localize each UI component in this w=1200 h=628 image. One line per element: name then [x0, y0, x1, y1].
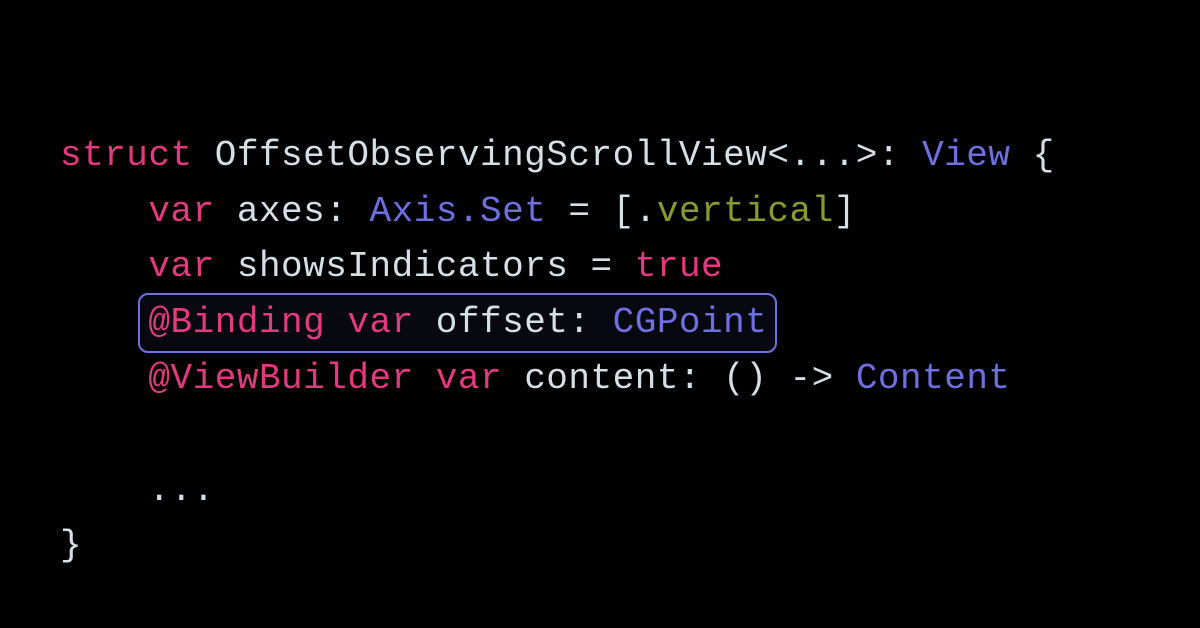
identifier-axes: axes [237, 191, 325, 232]
type-content: Content [856, 358, 1011, 399]
keyword-var: var [347, 302, 413, 343]
generic-ellipsis: ... [789, 135, 855, 176]
protocol-view: View [922, 135, 1010, 176]
code-line-1: struct OffsetObservingScrollView<...>: V… [60, 135, 1055, 176]
punct-bracket-close: ] [834, 191, 856, 232]
punct-colon: : [568, 302, 590, 343]
code-line-5: @ViewBuilder var content: () -> Content [60, 358, 1011, 399]
punct-arrow: -> [789, 358, 833, 399]
type-cgpoint: CGPoint [613, 302, 768, 343]
highlight-box: @Binding var offset: CGPoint [138, 293, 777, 353]
identifier-showsindicators: showsIndicators [237, 246, 569, 287]
enum-vertical: vertical [657, 191, 834, 232]
punct-colon: : [679, 358, 701, 399]
punct-equals: = [591, 246, 613, 287]
punct-paren-open: ( [723, 358, 745, 399]
keyword-var: var [148, 191, 214, 232]
code-line-4-highlighted: @Binding var offset: CGPoint [60, 302, 767, 343]
code-block: struct OffsetObservingScrollView<...>: V… [0, 0, 1200, 628]
punct-colon: : [325, 191, 347, 232]
identifier-content: content [524, 358, 679, 399]
body-ellipsis: ... [148, 470, 214, 511]
keyword-struct: struct [60, 135, 193, 176]
keyword-var: var [436, 358, 502, 399]
punct-angle-close: > [856, 135, 878, 176]
punct-brace-close: } [60, 525, 82, 566]
punct-brace-open: { [1033, 135, 1055, 176]
punct-angle-open: < [767, 135, 789, 176]
punct-equals: = [568, 191, 590, 232]
punct-bracket-open: [ [613, 191, 635, 232]
identifier-offset: offset [436, 302, 569, 343]
code-line-7: } [60, 525, 82, 566]
punct-dot: . [635, 191, 657, 232]
attribute-viewbuilder: @ViewBuilder [148, 358, 413, 399]
attribute-binding: @Binding [148, 302, 325, 343]
punct-paren-close: ) [745, 358, 767, 399]
keyword-var: var [148, 246, 214, 287]
code-line-2: var axes: Axis.Set = [.vertical] [60, 191, 856, 232]
type-name: OffsetObservingScrollView [215, 135, 768, 176]
punct-colon: : [878, 135, 900, 176]
literal-true: true [635, 246, 723, 287]
code-line-6: ... [60, 470, 215, 511]
code-line-3: var showsIndicators = true [60, 246, 723, 287]
type-axis-set: Axis.Set [369, 191, 546, 232]
